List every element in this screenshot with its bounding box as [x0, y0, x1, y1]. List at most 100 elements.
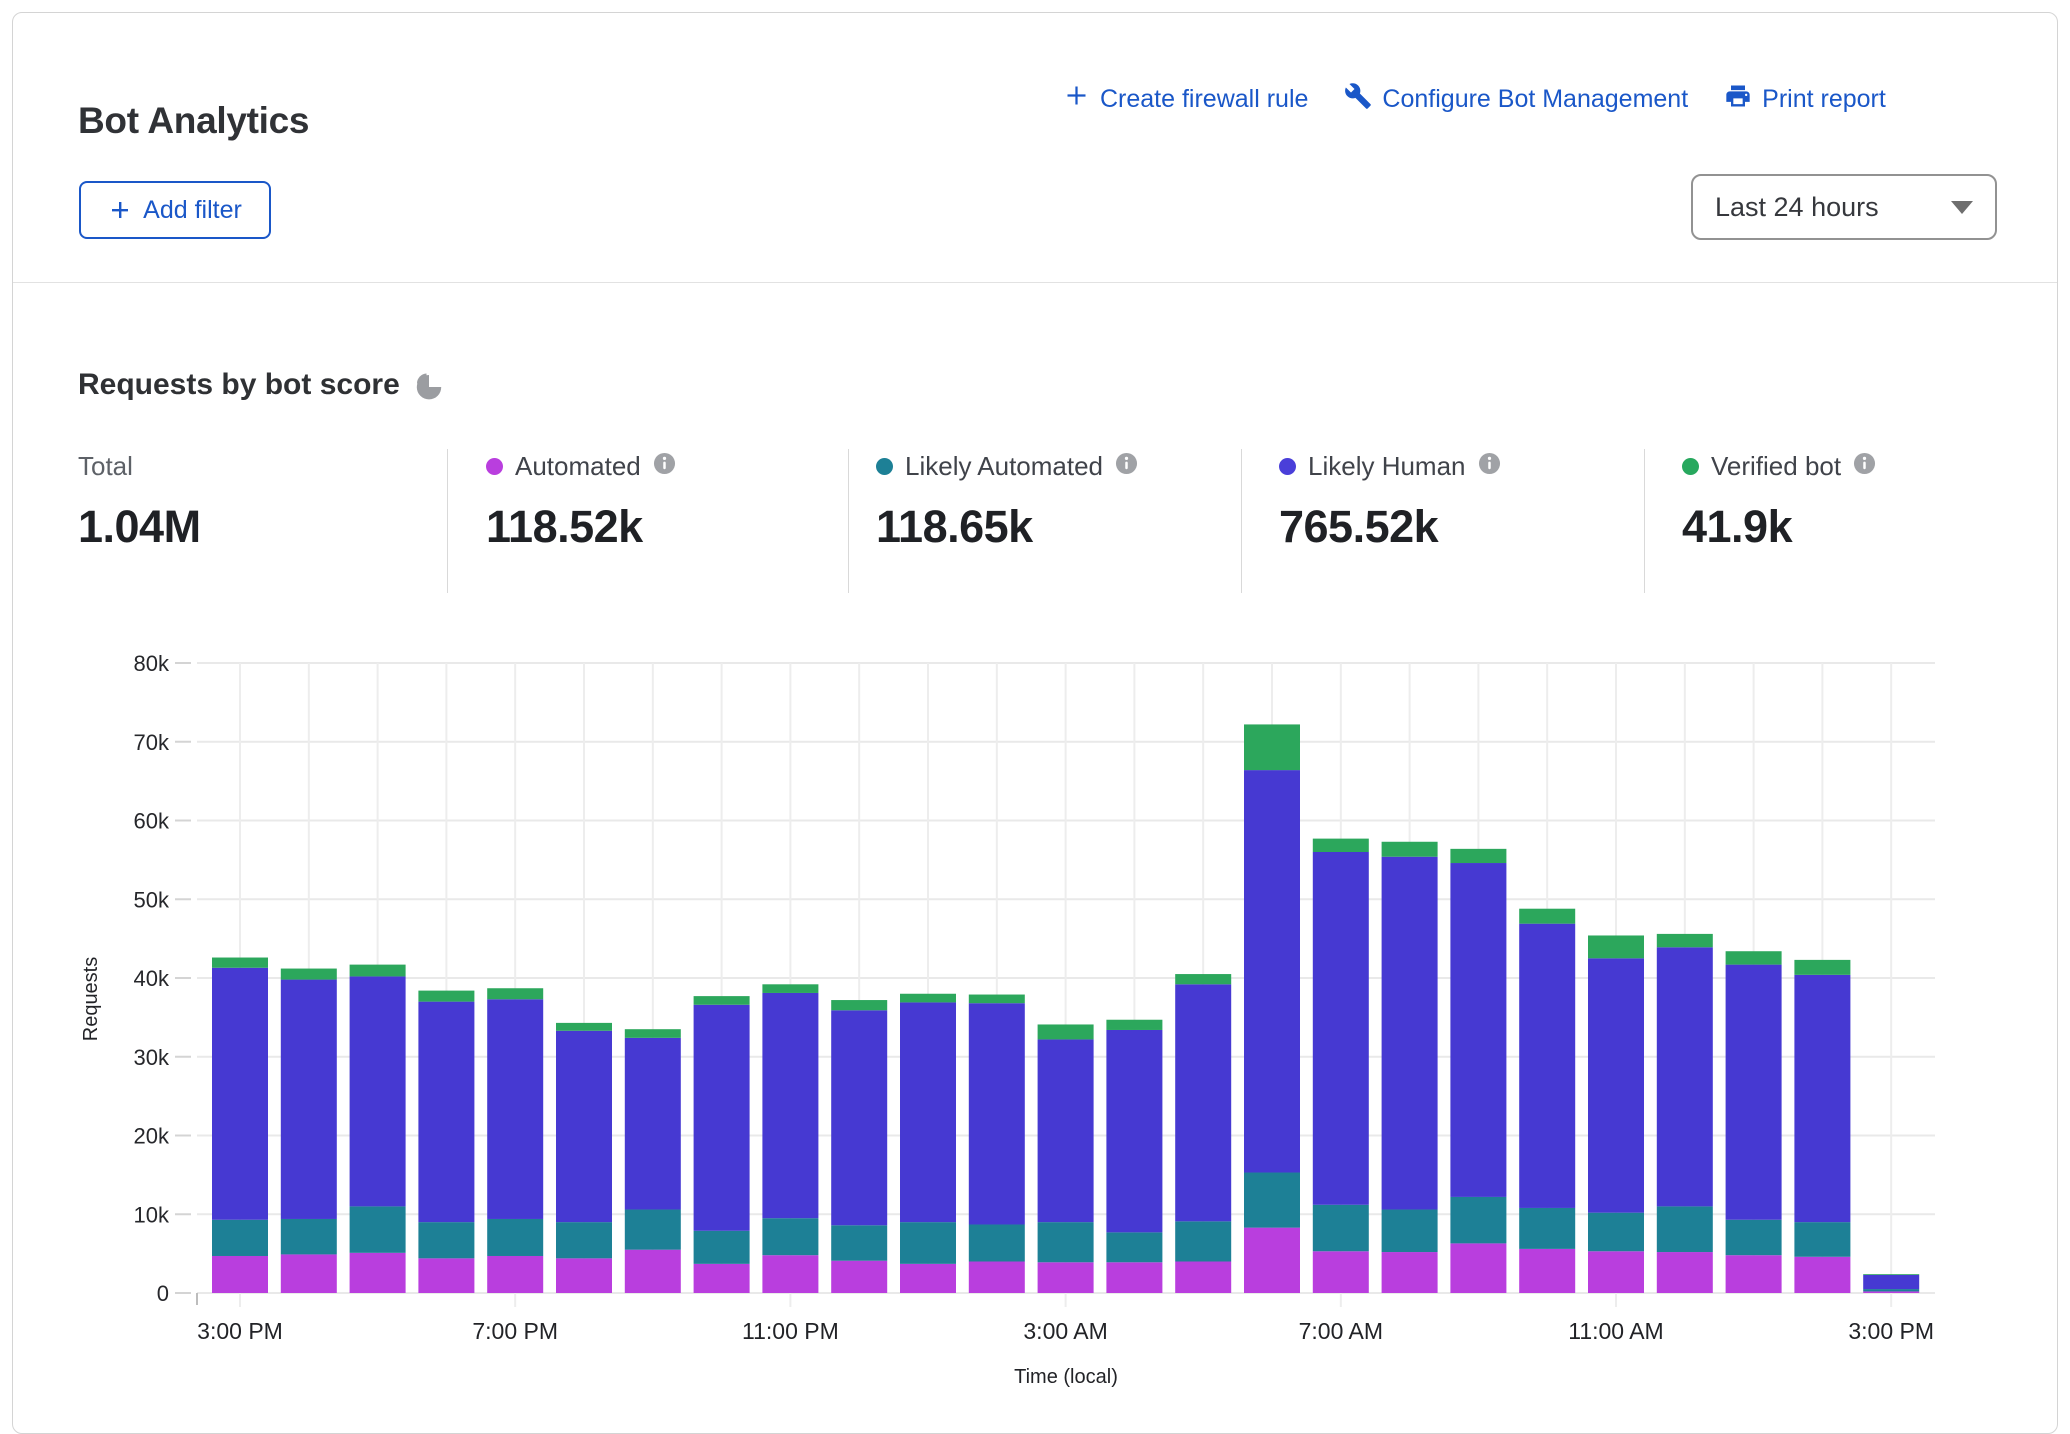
bar-segment-likely-human — [1519, 924, 1575, 1208]
stat-value: 1.04M — [78, 501, 438, 553]
time-range-select[interactable]: Last 24 hours — [1691, 174, 1997, 240]
bar-segment-verified-bot — [1313, 839, 1369, 852]
axis-label: 7:00 AM — [1299, 1318, 1383, 1344]
bar-segment-automated — [1519, 1249, 1575, 1293]
bar-segment-verified-bot — [1244, 724, 1300, 770]
bar-segment-verified-bot — [281, 969, 337, 980]
print-report-link[interactable]: Print report — [1724, 82, 1886, 117]
page-title: Bot Analytics — [78, 100, 309, 142]
bar-segment-likely-automated — [350, 1206, 406, 1252]
bar-segment-likely-automated — [900, 1222, 956, 1264]
bar-segment-automated — [1588, 1251, 1644, 1293]
stat-label: Verified bot — [1711, 451, 1841, 482]
bar-segment-automated — [212, 1256, 268, 1293]
bar-segment-automated — [1450, 1243, 1506, 1293]
wrench-icon — [1344, 82, 1372, 117]
bar-segment-likely-human — [1450, 863, 1506, 1197]
axis-label: 70k — [134, 730, 170, 755]
add-filter-button[interactable]: Add filter — [79, 181, 271, 239]
bar-segment-automated — [625, 1250, 681, 1293]
bar-segment-likely-automated — [1382, 1210, 1438, 1253]
bar-segment-likely-automated — [1175, 1221, 1231, 1261]
axis-label: Time (local) — [1014, 1366, 1118, 1388]
bar-segment-likely-human — [212, 968, 268, 1220]
bar-segment-automated — [831, 1261, 887, 1293]
bar-segment-verified-bot — [1175, 974, 1231, 984]
legend-dot-likely-automated — [876, 458, 893, 475]
bar-segment-verified-bot — [694, 996, 750, 1005]
plus-icon — [1063, 82, 1090, 116]
bar-segment-likely-automated — [281, 1219, 337, 1254]
axis-label: 3:00 PM — [197, 1318, 283, 1344]
action-label: Configure Bot Management — [1382, 85, 1688, 114]
bar-segment-likely-automated — [1794, 1222, 1850, 1257]
requests-by-bot-score-chart[interactable]: 010k20k30k40k50k60k70k80k3:00 PM7:00 PM1… — [1, 631, 2070, 1407]
bar-segment-likely-human — [1175, 984, 1231, 1221]
stat-value: 118.52k — [486, 501, 846, 553]
bar-segment-automated — [900, 1264, 956, 1293]
bar-segment-automated — [281, 1254, 337, 1293]
bar-segment-likely-human — [1244, 770, 1300, 1172]
info-icon[interactable] — [1853, 452, 1876, 480]
stat-divider — [1644, 449, 1645, 593]
bar-segment-likely-human — [969, 1003, 1025, 1224]
bar-segment-verified-bot — [1106, 1020, 1162, 1030]
bar-segment-likely-automated — [1450, 1197, 1506, 1243]
bar-segment-likely-automated — [1038, 1222, 1094, 1262]
header-actions: Create firewall rule Configure Bot Manag… — [1063, 75, 1886, 123]
chevron-down-icon — [1951, 201, 1973, 214]
bar-segment-likely-automated — [212, 1220, 268, 1256]
stat-divider — [1241, 449, 1242, 593]
info-icon[interactable] — [1478, 452, 1501, 480]
bar-segment-likely-human — [1038, 1039, 1094, 1222]
stat-label: Automated — [515, 451, 641, 482]
axis-label: 7:00 PM — [472, 1318, 558, 1344]
stat-likely-human: Likely Human 765.52k — [1279, 449, 1639, 553]
bar-segment-likely-human — [900, 1002, 956, 1222]
bar-segment-likely-automated — [1588, 1213, 1644, 1252]
bar-segment-likely-automated — [1657, 1206, 1713, 1252]
bar-segment-likely-automated — [831, 1225, 887, 1260]
bar-segment-automated — [418, 1258, 474, 1293]
bar-segment-verified-bot — [350, 965, 406, 977]
bar-segment-likely-automated — [1726, 1220, 1782, 1255]
bar-segment-verified-bot — [1657, 934, 1713, 947]
axis-label: Requests — [80, 957, 102, 1042]
info-icon[interactable] — [653, 452, 676, 480]
axis-label: 0 — [157, 1281, 169, 1306]
bar-segment-likely-automated — [1106, 1232, 1162, 1262]
bar-segment-automated — [487, 1256, 543, 1293]
bar-segment-automated — [350, 1253, 406, 1293]
bar-segment-verified-bot — [487, 988, 543, 999]
bar-segment-verified-bot — [212, 958, 268, 968]
stat-label: Total — [78, 451, 133, 482]
bar-segment-automated — [969, 1262, 1025, 1294]
bar-segment-likely-automated — [1863, 1289, 1919, 1291]
bar-segment-likely-human — [350, 976, 406, 1206]
bar-segment-automated — [1038, 1262, 1094, 1293]
bar-segment-verified-bot — [418, 991, 474, 1002]
bar-segment-verified-bot — [1726, 951, 1782, 964]
info-icon[interactable] — [1115, 452, 1138, 480]
configure-bot-management-link[interactable]: Configure Bot Management — [1344, 82, 1688, 117]
stat-automated: Automated 118.52k — [486, 449, 846, 553]
bar-segment-verified-bot — [900, 994, 956, 1003]
stat-verified-bot: Verified bot 41.9k — [1682, 449, 2042, 553]
axis-label: 11:00 PM — [742, 1318, 839, 1344]
bar-segment-verified-bot — [1382, 842, 1438, 857]
pie-chart-icon — [415, 369, 448, 401]
axis-label: 50k — [134, 887, 170, 912]
bar-segment-verified-bot — [625, 1029, 681, 1038]
bar-segment-verified-bot — [1863, 1274, 1919, 1275]
bar-segment-likely-human — [1588, 958, 1644, 1212]
bar-segment-verified-bot — [762, 984, 818, 993]
axis-label: 20k — [134, 1124, 170, 1149]
bar-segment-automated — [1863, 1291, 1919, 1293]
bot-analytics-card: Bot Analytics Create firewall rule Confi… — [12, 12, 2058, 1434]
time-range-value: Last 24 hours — [1715, 192, 1951, 223]
legend-dot-automated — [486, 458, 503, 475]
stat-total: Total 1.04M — [78, 449, 438, 553]
create-firewall-rule-link[interactable]: Create firewall rule — [1063, 82, 1308, 116]
bar-segment-automated — [1244, 1228, 1300, 1293]
bar-segment-likely-automated — [694, 1231, 750, 1264]
